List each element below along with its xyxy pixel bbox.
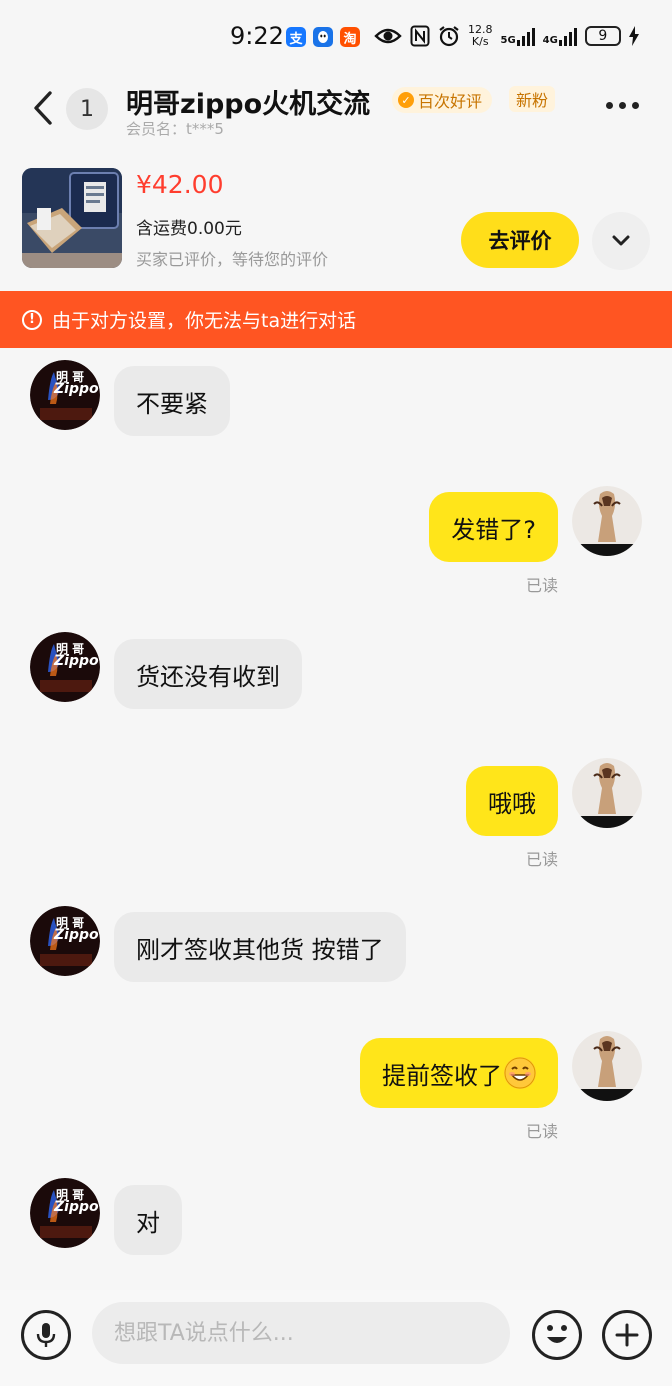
seller-avatar[interactable]: 明 哥 Zippo	[30, 1178, 100, 1248]
nfc-icon	[410, 25, 430, 47]
unread-count-badge[interactable]: 1	[66, 88, 108, 130]
more-options-button[interactable]	[606, 102, 639, 109]
alarm-icon	[439, 26, 459, 47]
review-status: 买家已评价，等待您的评价	[136, 250, 329, 269]
eye-icon	[374, 28, 402, 44]
blocked-warning-banner: ! 由于对方设置，你无法与ta进行对话	[0, 291, 672, 348]
read-receipt: 已读	[525, 850, 558, 869]
emoji-button[interactable]	[532, 1310, 582, 1360]
user-avatar[interactable]	[572, 1031, 642, 1101]
voice-input-button[interactable]	[21, 1310, 71, 1360]
avatar-brand-text: Zippo	[54, 927, 99, 943]
warning-text: 由于对方设置，你无法与ta进行对话	[52, 310, 357, 332]
message-bubble-incoming[interactable]: 刚才签收其他货 按错了	[114, 912, 406, 982]
message-bubble-incoming[interactable]: 不要紧	[114, 366, 230, 436]
avatar-brand-text: Zippo	[54, 1199, 99, 1215]
message-bubble-incoming[interactable]: 货还没有收到	[114, 639, 302, 709]
back-button[interactable]	[28, 90, 58, 126]
message-bubble-outgoing[interactable]: 哦哦	[466, 766, 558, 836]
network-4g-label: 4G	[542, 35, 558, 46]
product-card[interactable]: ¥42.00 含运费0.00元 买家已评价，等待您的评价 去评价	[0, 158, 672, 290]
member-name: 会员名：t***5	[126, 120, 224, 138]
message-bubble-incoming[interactable]: 对	[114, 1185, 182, 1255]
dot-icon	[632, 102, 639, 109]
good-review-label: 百次好评	[418, 92, 483, 111]
message-bubble-outgoing[interactable]: 发错了?	[429, 492, 558, 562]
charging-icon	[628, 26, 639, 46]
alipay-icon: 支	[286, 27, 306, 47]
expand-card-button[interactable]	[592, 212, 650, 270]
battery-icon: 9	[584, 26, 621, 46]
net-speed: 12.8 K/s	[468, 24, 493, 48]
seller-avatar[interactable]: 明 哥 Zippo	[30, 632, 100, 702]
user-avatar[interactable]	[572, 758, 642, 828]
message-bubble-outgoing[interactable]: 提前签收了	[360, 1038, 558, 1108]
shipping-fee: 含运费0.00元	[136, 219, 242, 239]
input-bar	[0, 1290, 672, 1386]
status-app-icons: 支 淘	[286, 27, 360, 47]
chevron-down-icon	[612, 235, 630, 246]
grin-emoji-icon	[504, 1057, 536, 1089]
chat-header: 1 明哥zippo火机交流 ✓ 百次好评 新粉 会员名：t***5	[0, 78, 672, 158]
qq-icon	[313, 27, 333, 47]
review-button[interactable]: 去评价	[461, 212, 579, 268]
status-system-icons: 12.8 K/s 5G 4G 9	[374, 24, 639, 48]
signal-5g: 5G	[501, 26, 535, 46]
message-text: 提前签收了	[382, 1061, 502, 1090]
signal-bars-icon	[516, 26, 535, 46]
plus-icon	[615, 1323, 639, 1347]
avatar-brand-text: Zippo	[54, 653, 99, 669]
user-avatar[interactable]	[572, 486, 642, 556]
message-input[interactable]	[92, 1302, 510, 1364]
dot-icon	[606, 102, 613, 109]
signal-bars-icon	[558, 26, 577, 46]
taobao-icon: 淘	[340, 27, 360, 47]
dot-icon	[619, 102, 626, 109]
net-speed-unit: K/s	[471, 35, 489, 48]
info-icon: !	[22, 309, 42, 330]
avatar-brand-text: Zippo	[54, 381, 99, 397]
network-5g-label: 5G	[500, 35, 516, 46]
read-receipt: 已读	[525, 1122, 558, 1141]
chat-title[interactable]: 明哥zippo火机交流	[126, 82, 370, 121]
new-fan-badge: 新粉	[509, 86, 556, 112]
signal-4g: 4G	[543, 26, 577, 46]
status-time: 9:22	[230, 22, 284, 50]
review-coin-icon: ✓	[398, 92, 414, 108]
status-bar: 9:22 支 淘 12.8 K/s 5G 4G 9	[0, 0, 672, 78]
seller-avatar[interactable]: 明 哥 Zippo	[30, 360, 100, 430]
product-thumbnail[interactable]	[22, 168, 122, 268]
more-actions-button[interactable]	[602, 1310, 652, 1360]
seller-avatar[interactable]: 明 哥 Zippo	[30, 906, 100, 976]
read-receipt: 已读	[525, 576, 558, 595]
good-review-badge[interactable]: ✓ 百次好评	[392, 87, 493, 113]
product-price: ¥42.00	[136, 170, 224, 199]
chevron-left-icon	[34, 91, 52, 125]
smiley-icon	[547, 1325, 567, 1343]
microphone-icon	[36, 1323, 56, 1347]
